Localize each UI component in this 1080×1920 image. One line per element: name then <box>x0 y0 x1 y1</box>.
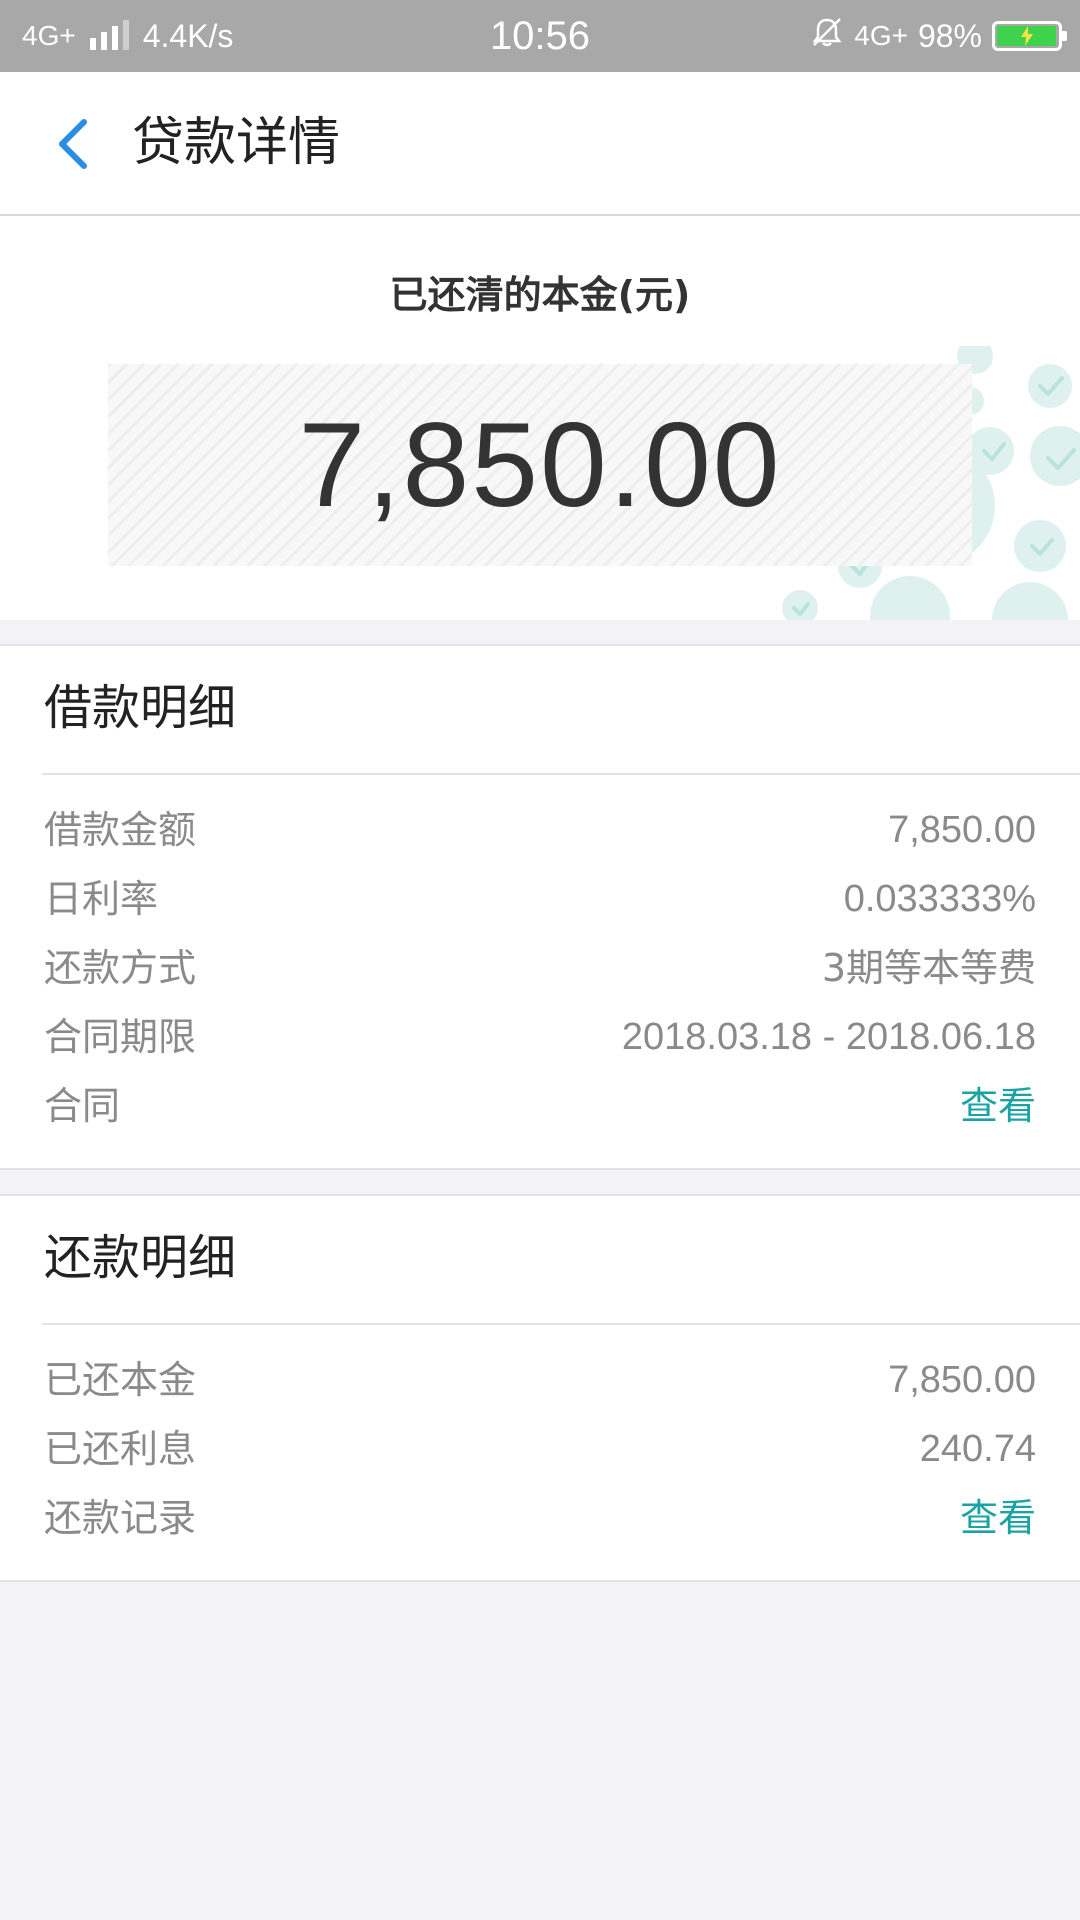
repayment-details-section: 还款明细 已还本金 7,850.00 已还利息 240.74 还款记录 查看 <box>0 1194 1080 1582</box>
chevron-left-icon <box>59 119 87 169</box>
detail-row-repayment-method: 还款方式 3期等本等费 <box>0 934 1080 1003</box>
detail-row-contract[interactable]: 合同 查看 <box>0 1072 1080 1141</box>
row-value: 3期等本等费 <box>821 946 1036 990</box>
row-label: 合同期限 <box>44 1015 197 1059</box>
repaid-principal-box: 7,850.00 <box>108 364 972 566</box>
charging-icon <box>995 24 1059 48</box>
row-value: 240.74 <box>919 1428 1036 1470</box>
status-right: 4G+ 98% <box>810 0 1067 72</box>
row-label: 借款金额 <box>44 808 197 852</box>
network-type-right: 4G+ <box>854 20 908 51</box>
repaid-principal-card: 已还清的本金(元) 7,850.00 <box>0 216 1080 620</box>
back-button[interactable] <box>36 108 108 180</box>
repaid-principal-amount: 7,850.00 <box>298 398 782 532</box>
view-contract-link[interactable]: 查看 <box>960 1072 1036 1141</box>
section-title: 借款明细 <box>44 680 237 736</box>
row-label: 已还利息 <box>44 1427 197 1471</box>
detail-row-repayment-records[interactable]: 还款记录 查看 <box>0 1484 1080 1553</box>
row-value: 0.033333% <box>843 878 1036 920</box>
row-value: 2018.03.18 - 2018.06.18 <box>621 1016 1036 1058</box>
detail-row-repaid-principal: 已还本金 7,850.00 <box>0 1346 1080 1415</box>
mute-bell-icon <box>810 15 844 57</box>
detail-row-contract-term: 合同期限 2018.03.18 - 2018.06.18 <box>0 1003 1080 1072</box>
row-label: 已还本金 <box>44 1358 197 1402</box>
nav-bar: 贷款详情 <box>0 72 1080 216</box>
divider <box>42 1323 1080 1325</box>
page-title: 贷款详情 <box>132 113 341 173</box>
detail-row-repaid-interest: 已还利息 240.74 <box>0 1415 1080 1484</box>
detail-row-daily-rate: 日利率 0.033333% <box>0 865 1080 934</box>
row-label: 还款记录 <box>44 1496 197 1540</box>
row-label: 还款方式 <box>44 946 197 990</box>
row-label: 日利率 <box>44 877 159 921</box>
status-bar: 4G+ 4.4K/s 10:56 4G+ 98% <box>0 0 1080 72</box>
repaid-principal-label: 已还清的本金(元) <box>389 273 691 317</box>
section-title: 还款明细 <box>44 1230 237 1286</box>
row-value: 7,850.00 <box>888 1359 1036 1401</box>
battery-icon <box>992 21 1067 51</box>
battery-percent: 98% <box>917 17 982 54</box>
row-label: 合同 <box>44 1084 121 1128</box>
view-repayment-records-link[interactable]: 查看 <box>960 1484 1036 1553</box>
loan-details-section: 借款明细 借款金额 7,850.00 日利率 0.033333% 还款方式 3期… <box>0 644 1080 1170</box>
divider <box>42 773 1080 775</box>
row-value: 7,850.00 <box>888 809 1036 851</box>
detail-row-loan-amount: 借款金额 7,850.00 <box>0 796 1080 865</box>
